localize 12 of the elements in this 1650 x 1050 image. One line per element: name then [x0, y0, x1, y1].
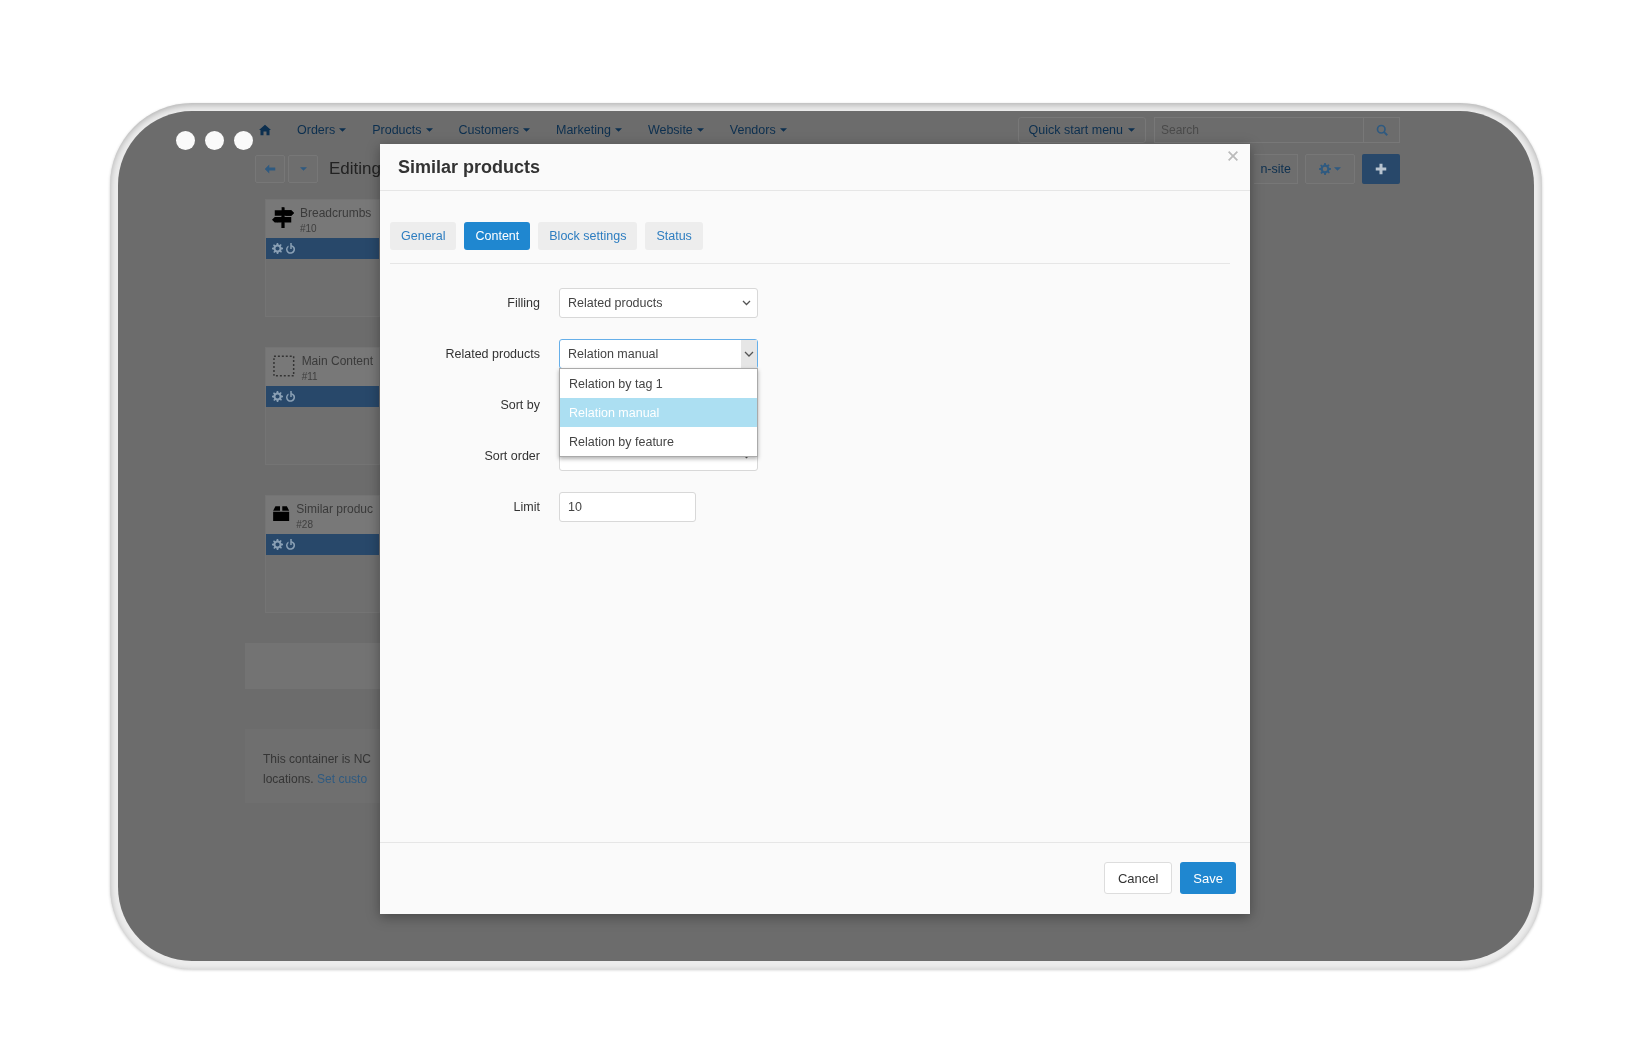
modal-title: Similar products	[398, 156, 541, 178]
field-label: Sort by	[499, 398, 540, 412]
block-id: #10	[300, 223, 318, 234]
block-name: Breadcrumbs	[300, 206, 372, 220]
block-name: Main Content	[301, 354, 373, 368]
field-label: Filling	[506, 296, 540, 310]
field-label: Sort order	[483, 449, 540, 463]
page-title: Editing	[329, 159, 381, 179]
field-label: Limit	[512, 500, 540, 514]
field-label: Related products	[444, 347, 540, 361]
notice-text: locations.	[263, 772, 314, 786]
block-name: Similar produc	[296, 502, 373, 516]
